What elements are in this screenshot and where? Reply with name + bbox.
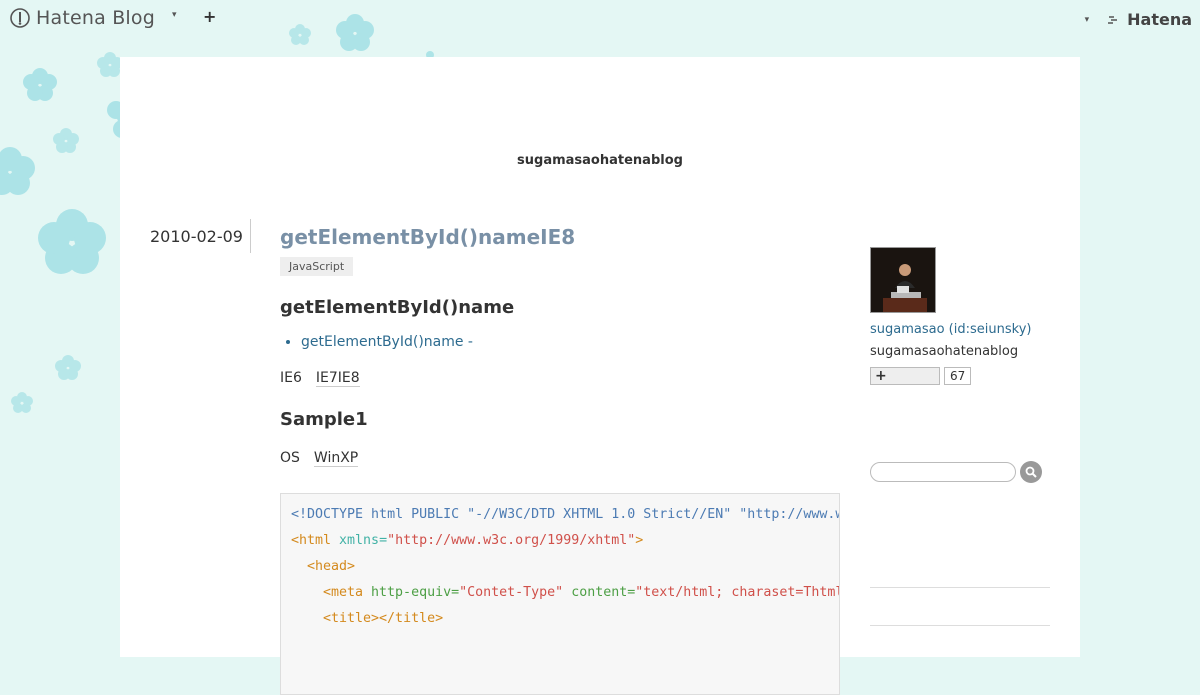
search-input[interactable] — [870, 462, 1016, 482]
search-form — [870, 461, 1042, 483]
section-heading-2: Sample1 — [280, 409, 368, 430]
entry-date[interactable]: 2010-02-09 — [150, 227, 243, 246]
code-line: <head> — [307, 559, 356, 574]
section-heading-1: getElementById()name — [280, 297, 515, 318]
reference-link-list: getElementById()name - — [280, 332, 840, 352]
account-caret-icon[interactable]: ▾ — [1085, 15, 1090, 25]
avatar-image — [871, 248, 935, 312]
entry-title[interactable]: getElementById()nameIE8 — [280, 223, 840, 251]
profile-avatar[interactable] — [870, 247, 936, 313]
category-tag[interactable]: JavaScript — [280, 257, 354, 276]
paragraph-text: IE6 — [280, 370, 302, 386]
code-line: <!DOCTYPE html PUBLIC "-//W3C/DTD XHTML … — [291, 507, 840, 522]
add-entry-button[interactable]: + — [203, 7, 216, 26]
hatena-pen-icon — [10, 8, 30, 28]
profile-blog-name: sugamasaohatenablog — [870, 344, 1019, 359]
blog-page-panel: sugamasaohatenablog 2010-02-09 getElemen… — [120, 57, 1080, 695]
subscribe-button[interactable]: + — [870, 367, 940, 385]
code-block[interactable]: <!DOCTYPE html PUBLIC "-//W3C/DTD XHTML … — [280, 493, 840, 695]
subscriber-count[interactable]: 67 — [944, 367, 972, 385]
code-line: <title></title> — [323, 611, 444, 626]
logo-text: Hatena Blog — [36, 7, 155, 29]
hatena-blog-logo[interactable]: Hatena Blog — [10, 7, 155, 29]
code-line: <meta http-equiv="Contet-Type" content="… — [323, 585, 840, 600]
sidebar-divider — [870, 587, 1050, 588]
search-icon — [1025, 466, 1037, 478]
blog-title[interactable]: sugamasaohatenablog — [120, 153, 1080, 168]
hatena-logo-text[interactable]: Hatena — [1127, 10, 1192, 29]
entry-main: getElementById()nameIE8 JavaScript getEl… — [280, 223, 840, 468]
hatena-logo-icon — [1108, 15, 1118, 24]
top-navigation-bar: Hatena Blog ▾ + ▾ Hatena — [0, 0, 1200, 36]
subscribe-widget: + 67 — [870, 367, 1050, 385]
paragraph-text: OS — [280, 450, 300, 466]
hatena-account-menu[interactable]: ▾ Hatena — [1085, 10, 1192, 29]
paragraph-browsers: IE6 IE7IE8 — [280, 368, 840, 388]
paragraph-highlight: WinXP — [313, 450, 359, 467]
paragraph-highlight: IE7IE8 — [315, 370, 360, 387]
sidebar: sugamasao (id:seiunsky) sugamasaohatenab… — [870, 247, 1050, 626]
search-button[interactable] — [1020, 461, 1042, 483]
paragraph-os: OS WinXP — [280, 448, 840, 468]
code-line: <html xmlns="http://www.w3c.org/1999/xht… — [291, 533, 644, 548]
reference-link[interactable]: getElementById()name - — [301, 332, 840, 352]
sidebar-divider — [870, 625, 1050, 626]
entry-date-column: 2010-02-09 — [150, 219, 251, 253]
blog-menu-caret-icon[interactable]: ▾ — [172, 10, 177, 20]
profile-name-link[interactable]: sugamasao (id:seiunsky) — [870, 321, 1050, 339]
